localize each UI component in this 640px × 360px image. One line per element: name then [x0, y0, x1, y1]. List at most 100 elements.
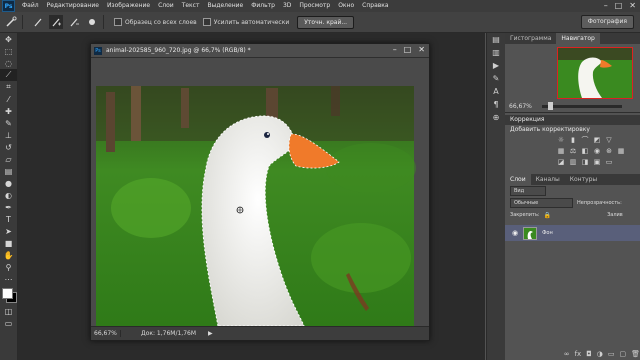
move-tool-icon[interactable]: ✥ [0, 33, 17, 45]
dodge-tool-icon[interactable]: ◐ [0, 189, 17, 201]
quick-mask-icon[interactable]: ◫ [0, 305, 17, 317]
document-canvas[interactable] [91, 58, 429, 327]
character-panel-icon[interactable]: A [487, 85, 505, 98]
menu-filter[interactable]: Фильтр [247, 0, 279, 12]
brush-tool-icon[interactable]: ✎ [0, 117, 17, 129]
menu-select[interactable]: Выделение [203, 0, 247, 12]
type-tool-icon[interactable]: T [0, 213, 17, 225]
layer-style-icon[interactable]: fx [575, 350, 582, 358]
add-mask-icon[interactable]: ◘ [586, 350, 592, 358]
menu-window[interactable]: Окно [334, 0, 358, 12]
add-selection-brush-icon[interactable] [49, 15, 63, 29]
invert-icon[interactable]: ◪ [557, 159, 565, 166]
eraser-tool-icon[interactable]: ▱ [0, 153, 17, 165]
rectangle-tool-icon[interactable]: ■ [0, 237, 17, 249]
pen-tool-icon[interactable]: ✒ [0, 201, 17, 213]
zoom-level[interactable]: 66,67% [91, 330, 121, 337]
paragraph-panel-icon[interactable]: ¶ [487, 98, 505, 111]
channel-mixer-icon[interactable]: ⊛ [605, 148, 613, 155]
doc-maximize-icon[interactable]: □ [404, 45, 412, 55]
menu-image[interactable]: Изображение [103, 0, 154, 12]
curves-icon[interactable]: ⌒ [581, 137, 589, 144]
foreground-color-swatch[interactable] [2, 288, 13, 299]
minimize-icon[interactable]: – [604, 1, 608, 11]
lock-icon[interactable]: 🔒 [544, 212, 551, 219]
doc-minimize-icon[interactable]: – [393, 45, 397, 55]
visibility-eye-icon[interactable]: ◉ [512, 229, 518, 237]
menu-layers[interactable]: Слои [154, 0, 178, 12]
sample-all-layers-checkbox[interactable]: Образец со всех слоев [114, 18, 197, 26]
menu-type[interactable]: Текст [178, 0, 204, 12]
goose-photo[interactable] [91, 58, 429, 327]
tab-paths[interactable]: Контуры [565, 174, 602, 185]
quick-selection-tool-icon[interactable]: ⟋ [0, 69, 17, 81]
auto-enhance-checkbox[interactable]: Усилить автоматически [202, 18, 289, 26]
new-adjustment-icon[interactable]: ◑ [597, 350, 603, 358]
status-menu-arrow-icon[interactable]: ▶ [208, 330, 213, 337]
refine-edge-button[interactable]: Уточн. край... [297, 15, 355, 29]
tab-histogram[interactable]: Гистограмма [505, 33, 556, 44]
doc-close-icon[interactable]: ✕ [418, 45, 425, 55]
color-balance-icon[interactable]: ⚖ [569, 148, 577, 155]
levels-icon[interactable]: ▮ [569, 137, 577, 144]
lasso-tool-icon[interactable]: ◌ [0, 57, 17, 69]
navigator-zoom-slider[interactable] [541, 101, 622, 110]
brush-panel-icon[interactable]: ✎ [487, 72, 505, 85]
screen-mode-icon[interactable]: ▭ [0, 317, 17, 329]
healing-brush-tool-icon[interactable]: ✚ [0, 105, 17, 117]
brightness-contrast-icon[interactable]: ☼ [557, 137, 565, 144]
menu-view[interactable]: Просмотр [295, 0, 334, 12]
layer-kind-filter[interactable]: Вид [510, 186, 546, 196]
tab-channels[interactable]: Каналы [531, 174, 565, 185]
path-selection-tool-icon[interactable]: ➤ [0, 225, 17, 237]
hue-saturation-icon[interactable]: ▦ [557, 148, 565, 155]
gradient-map-icon[interactable]: ▭ [605, 159, 613, 166]
clone-stamp-tool-icon[interactable]: ⊥ [0, 129, 17, 141]
close-icon[interactable]: ✕ [629, 1, 636, 11]
menu-edit[interactable]: Редактирование [43, 0, 103, 12]
link-layers-icon[interactable]: ∞ [564, 350, 570, 358]
crop-tool-icon[interactable]: ⌗ [0, 81, 17, 93]
photo-filter-icon[interactable]: ◉ [593, 148, 601, 155]
document-title-bar[interactable]: Ps animal-202585_960_720.jpg @ 66,7% (RG… [91, 44, 429, 58]
history-panel-icon[interactable]: ▤ [487, 33, 505, 46]
color-swatches[interactable] [0, 285, 17, 305]
navigator-preview[interactable] [557, 47, 633, 99]
new-selection-brush-icon[interactable] [31, 15, 45, 29]
selective-color-icon[interactable]: ▣ [593, 159, 601, 166]
blend-mode-select[interactable]: Обычные [510, 198, 573, 208]
marquee-tool-icon[interactable]: ⬚ [0, 45, 17, 57]
menu-3d[interactable]: 3D [279, 0, 295, 12]
quick-selection-tool-icon[interactable] [4, 15, 18, 29]
subtract-selection-brush-icon[interactable] [67, 15, 81, 29]
slider-knob[interactable] [547, 101, 553, 110]
checkbox-box[interactable] [202, 18, 211, 26]
checkbox-box[interactable] [114, 18, 122, 26]
history-brush-tool-icon[interactable]: ↺ [0, 141, 17, 153]
posterize-icon[interactable]: ▥ [569, 159, 577, 166]
black-white-icon[interactable]: ◧ [581, 148, 589, 155]
new-layer-icon[interactable]: ▢ [619, 350, 626, 358]
new-group-icon[interactable]: ▭ [608, 350, 615, 358]
tab-layers[interactable]: Слои [505, 174, 531, 185]
navigator-zoom-value[interactable]: 66,67% [509, 103, 532, 110]
trash-icon[interactable]: 🗑 [631, 350, 640, 358]
eyedropper-tool-icon[interactable]: ⁄ [0, 93, 17, 105]
zoom-tool-icon[interactable]: ⚲ [0, 261, 17, 273]
corrections-panel-title[interactable]: Коррекция [505, 115, 640, 125]
properties-panel-icon[interactable]: ▥ [487, 46, 505, 59]
tab-navigator[interactable]: Навигатор [556, 33, 600, 44]
hand-tool-icon[interactable]: ✋ [0, 249, 17, 261]
vibrance-icon[interactable]: ▽ [605, 137, 613, 144]
layer-row[interactable]: ◉ Фон [505, 225, 640, 241]
workspace-select[interactable]: Фотография [580, 15, 634, 29]
gradient-tool-icon[interactable]: ▤ [0, 165, 17, 177]
color-lookup-icon[interactable]: ▦ [617, 148, 625, 155]
menu-help[interactable]: Справка [358, 0, 392, 12]
maximize-icon[interactable]: □ [615, 1, 623, 11]
clone-source-panel-icon[interactable]: ⊕ [487, 111, 505, 124]
threshold-icon[interactable]: ◨ [581, 159, 589, 166]
exposure-icon[interactable]: ◩ [593, 137, 601, 144]
menu-file[interactable]: Файл [18, 0, 43, 12]
brush-size-icon[interactable] [85, 15, 99, 29]
